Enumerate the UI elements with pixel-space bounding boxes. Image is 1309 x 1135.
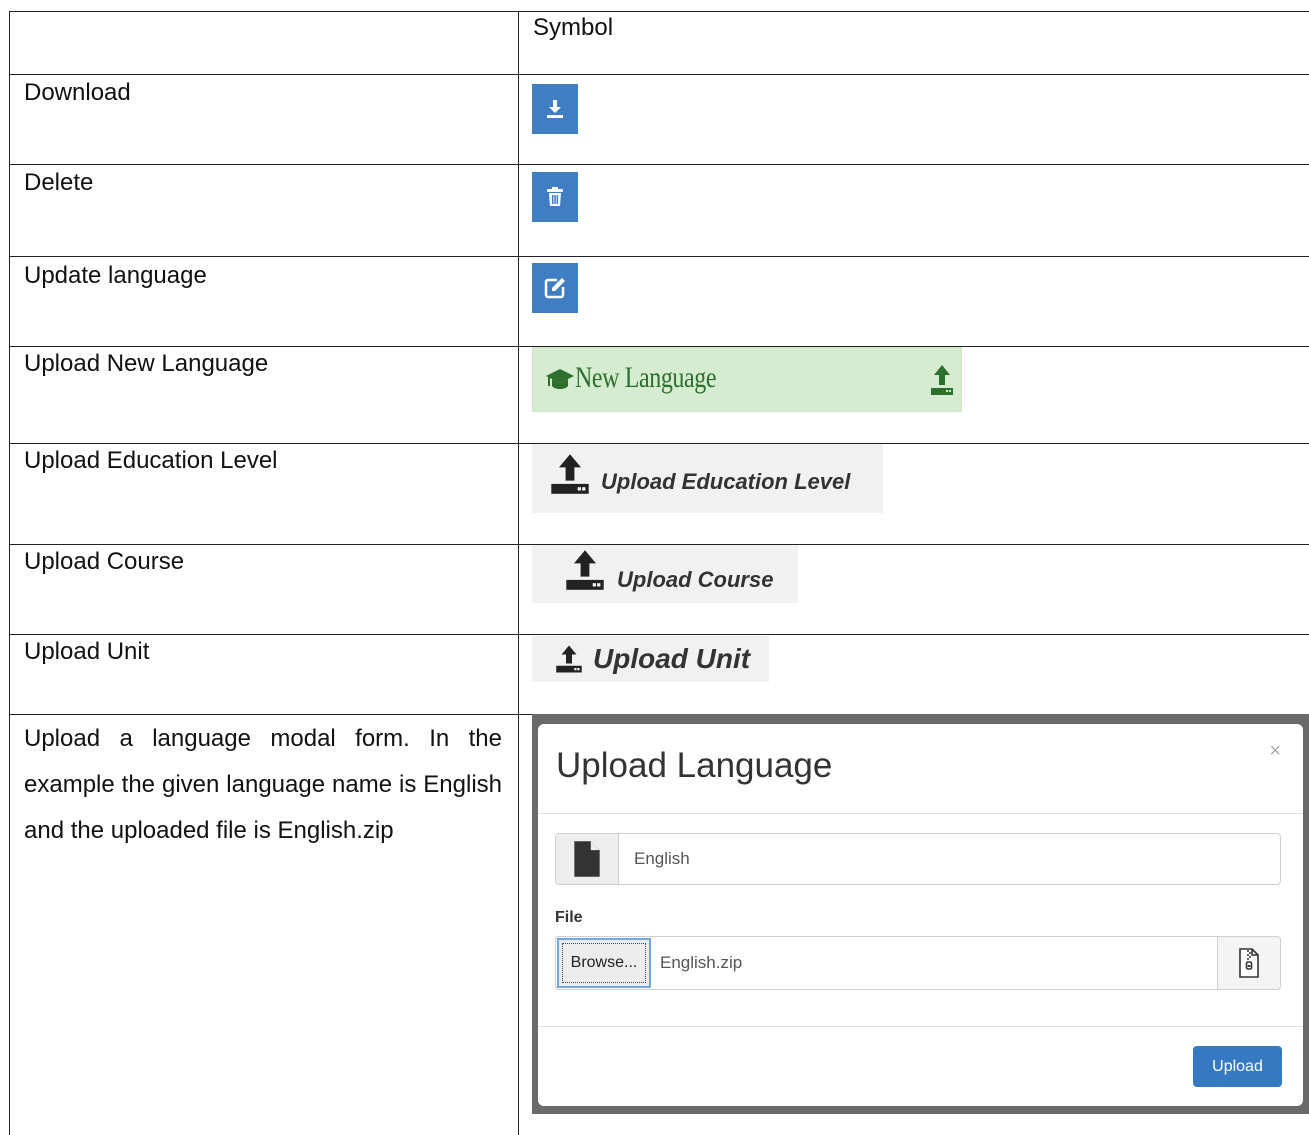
new-language-label: New Language xyxy=(575,361,717,394)
upload-unit-button[interactable]: Upload Unit xyxy=(532,636,769,682)
trash-icon xyxy=(547,187,563,206)
upload-icon xyxy=(566,550,604,590)
modal-close-button[interactable]: × xyxy=(1269,740,1281,763)
row-label-upload-unit: Upload Unit xyxy=(24,638,150,665)
delete-button[interactable] xyxy=(532,172,578,222)
upload-course-button[interactable]: Upload Course xyxy=(532,545,798,603)
graduation-cap-icon xyxy=(546,369,574,389)
file-icon xyxy=(574,841,600,877)
edit-language-button[interactable] xyxy=(532,263,578,313)
edit-icon xyxy=(544,278,565,299)
row-label-download: Download xyxy=(24,79,131,106)
upload-course-label: Upload Course xyxy=(617,567,774,592)
table-border-top xyxy=(9,11,1309,12)
row-divider xyxy=(9,74,1309,75)
row-label-upload-course: Upload Course xyxy=(24,548,185,575)
download-button[interactable] xyxy=(532,84,578,134)
row-label-upload-new-language: Upload New Language xyxy=(24,350,269,377)
browse-button[interactable]: Browse... xyxy=(557,938,651,988)
new-language-button[interactable]: New Language xyxy=(532,347,962,412)
download-icon xyxy=(547,100,563,118)
row-label-delete: Delete xyxy=(24,169,94,196)
modal-title: Upload Language xyxy=(556,746,833,785)
modal-footer-divider xyxy=(538,1026,1303,1027)
file-addon xyxy=(1217,937,1280,989)
upload-language-modal: Upload Language × English File Browse...… xyxy=(538,724,1303,1106)
browse-label: Browse... xyxy=(562,943,646,983)
file-label: File xyxy=(555,909,583,926)
zip-file-icon xyxy=(1239,948,1259,978)
upload-submit-button[interactable]: Upload xyxy=(1193,1046,1282,1087)
language-name-input[interactable]: English xyxy=(555,833,1281,885)
column-divider xyxy=(518,11,519,1135)
upload-unit-label: Upload Unit xyxy=(593,643,751,674)
file-input[interactable]: Browse... English.zip xyxy=(555,936,1281,990)
upload-education-level-button[interactable]: Upload Education Level xyxy=(532,444,883,513)
upload-icon xyxy=(556,645,582,673)
file-name-value: English.zip xyxy=(660,953,743,972)
upload-icon xyxy=(551,454,589,494)
row-label-upload-education-level: Upload Education Level xyxy=(24,447,278,474)
table-border-left xyxy=(9,11,10,1135)
name-addon xyxy=(556,834,619,884)
upload-icon xyxy=(931,365,953,395)
row-label-modal-description: Upload a language modal form. In the exa… xyxy=(24,725,502,844)
header-symbol: Symbol xyxy=(533,14,614,41)
language-name-value: English xyxy=(634,849,690,868)
row-divider xyxy=(9,634,1309,635)
row-divider xyxy=(9,256,1309,257)
row-label-update-language: Update language xyxy=(24,262,207,289)
modal-header-divider xyxy=(538,813,1303,814)
upload-education-level-label: Upload Education Level xyxy=(601,469,851,494)
row-divider xyxy=(9,164,1309,165)
